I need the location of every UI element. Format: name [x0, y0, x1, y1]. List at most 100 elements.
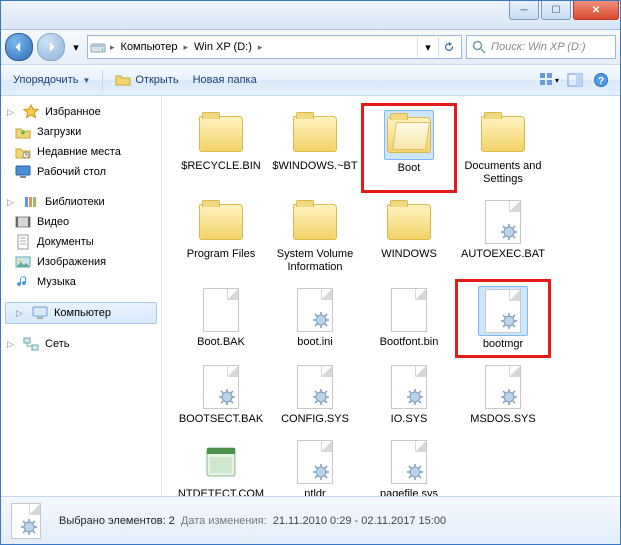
- new-folder-button[interactable]: Новая папка: [189, 72, 261, 88]
- computer-icon: [32, 305, 48, 321]
- recent-icon: [15, 144, 31, 160]
- sidebar-libraries[interactable]: ▷Библиотеки: [1, 192, 161, 212]
- address-bar[interactable]: ▸ Компьютер ▸ Win XP (D:) ▸ ▾: [87, 35, 462, 59]
- file-label: BOOTSECT.BAK: [179, 413, 263, 426]
- file-item[interactable]: NTDETECT.COM: [174, 432, 268, 496]
- file-item[interactable]: bootmgr: [456, 280, 550, 357]
- search-input[interactable]: Поиск: Win XP (D:): [466, 35, 616, 59]
- music-icon: [15, 274, 31, 290]
- organize-button[interactable]: Упорядочить▼: [9, 72, 94, 88]
- network-icon: [23, 336, 39, 352]
- status-selected: Выбрано элементов: 2: [59, 515, 175, 527]
- file-label: CONFIG.SYS: [281, 413, 349, 426]
- sidebar-item-downloads[interactable]: Загрузки: [1, 122, 161, 142]
- videos-icon: [15, 214, 31, 230]
- file-label: MSDOS.SYS: [470, 413, 535, 426]
- file-icon: [479, 363, 527, 411]
- navbar: ▾ ▸ Компьютер ▸ Win XP (D:) ▸ ▾ Поиск: W…: [1, 30, 620, 65]
- drive-icon: [90, 39, 106, 55]
- file-icon: [385, 286, 433, 334]
- chevron-right-icon[interactable]: ▸: [108, 42, 117, 53]
- file-label: WINDOWS: [381, 248, 437, 261]
- file-item[interactable]: System Volume Information: [268, 192, 362, 280]
- file-icon: [291, 438, 339, 486]
- sidebar-computer[interactable]: ▷Компьютер: [5, 302, 157, 324]
- file-item[interactable]: CONFIG.SYS: [268, 357, 362, 432]
- folder-icon: [385, 198, 433, 246]
- file-item[interactable]: WINDOWS: [362, 192, 456, 280]
- file-label: Boot.BAK: [197, 336, 245, 349]
- file-item[interactable]: ntldr: [268, 432, 362, 496]
- explorer-window: ─ ☐ ✕ ▾ ▸ Компьютер ▸ Win XP (D:) ▸ ▾ По…: [0, 0, 621, 545]
- file-list[interactable]: $RECYCLE.BIN $WINDOWS.~BT BootDocuments an…: [162, 96, 620, 496]
- file-item[interactable]: IO.SYS: [362, 357, 456, 432]
- libraries-icon: [23, 194, 39, 210]
- sidebar-favorites[interactable]: ▷Избранное: [1, 102, 161, 122]
- file-item[interactable]: $WINDOWS.~BT: [268, 104, 362, 192]
- chevron-right-icon[interactable]: ▸: [181, 42, 190, 53]
- file-label: bootmgr: [483, 338, 523, 351]
- file-icon: [478, 286, 528, 336]
- folder-icon: [197, 110, 245, 158]
- file-label: boot.ini: [297, 336, 332, 349]
- downloads-icon: [15, 124, 31, 140]
- folder-icon: [479, 110, 527, 158]
- file-item[interactable]: MSDOS.SYS: [456, 357, 550, 432]
- maximize-button[interactable]: ☐: [541, 1, 571, 20]
- folder-icon: [384, 110, 434, 160]
- file-label: Documents and Settings: [458, 160, 548, 186]
- nav-history-dropdown[interactable]: ▾: [69, 38, 83, 56]
- file-label: AUTOEXEC.BAT: [461, 248, 545, 261]
- sidebar-item-recent[interactable]: Недавние места: [1, 142, 161, 162]
- folder-open-icon: [115, 72, 131, 88]
- sidebar-item-music[interactable]: Музыка: [1, 272, 161, 292]
- folder-icon: [291, 198, 339, 246]
- preview-pane-button[interactable]: [564, 69, 586, 91]
- file-item[interactable]: pagefile.sys: [362, 432, 456, 496]
- minimize-button[interactable]: ─: [509, 1, 539, 20]
- file-label: Program Files: [187, 248, 255, 261]
- sidebar-item-pictures[interactable]: Изображения: [1, 252, 161, 272]
- file-item[interactable]: BOOTSECT.BAK: [174, 357, 268, 432]
- toolbar: Упорядочить▼ Открыть Новая папка ▾ ?: [1, 65, 620, 96]
- file-icon: [197, 438, 245, 486]
- search-icon: [471, 39, 487, 55]
- sidebar-item-videos[interactable]: Видео: [1, 212, 161, 232]
- selection-icon: [11, 503, 47, 539]
- file-label: $WINDOWS.~BT: [272, 160, 357, 173]
- sidebar-item-desktop[interactable]: Рабочий стол: [1, 162, 161, 182]
- folder-icon: [291, 110, 339, 158]
- help-button[interactable]: ?: [590, 69, 612, 91]
- pictures-icon: [15, 254, 31, 270]
- file-item[interactable]: boot.ini: [268, 280, 362, 357]
- chevron-right-icon[interactable]: ▸: [256, 42, 265, 53]
- nav-back-button[interactable]: [5, 33, 33, 61]
- file-item[interactable]: Boot.BAK: [174, 280, 268, 357]
- file-item[interactable]: Documents and Settings: [456, 104, 550, 192]
- address-dropdown-button[interactable]: ▾: [417, 37, 438, 57]
- breadcrumb-drive[interactable]: Win XP (D:): [192, 41, 254, 53]
- file-item[interactable]: Program Files: [174, 192, 268, 280]
- sidebar-item-documents[interactable]: Документы: [1, 232, 161, 252]
- file-icon: [197, 286, 245, 334]
- file-icon: [479, 198, 527, 246]
- breadcrumb-computer[interactable]: Компьютер: [119, 41, 180, 53]
- close-button[interactable]: ✕: [573, 1, 619, 20]
- sidebar-network[interactable]: ▷Сеть: [1, 334, 161, 354]
- file-item[interactable]: Boot: [362, 104, 456, 192]
- status-bar: Выбрано элементов: 2 Дата изменения: 21.…: [1, 496, 620, 544]
- file-label: pagefile.sys: [380, 488, 438, 496]
- documents-icon: [15, 234, 31, 250]
- status-date-value: 21.11.2010 0:29 - 02.11.2017 15:00: [273, 515, 446, 527]
- refresh-button[interactable]: [438, 37, 459, 57]
- file-label: NTDETECT.COM: [178, 488, 264, 496]
- nav-forward-button[interactable]: [37, 33, 65, 61]
- file-item[interactable]: Bootfont.bin: [362, 280, 456, 357]
- file-item[interactable]: AUTOEXEC.BAT: [456, 192, 550, 280]
- file-label: IO.SYS: [391, 413, 428, 426]
- file-item[interactable]: $RECYCLE.BIN: [174, 104, 268, 192]
- file-label: ntldr: [304, 488, 325, 496]
- search-placeholder: Поиск: Win XP (D:): [491, 41, 586, 53]
- open-button[interactable]: Открыть: [111, 70, 182, 90]
- view-options-button[interactable]: ▾: [538, 69, 560, 91]
